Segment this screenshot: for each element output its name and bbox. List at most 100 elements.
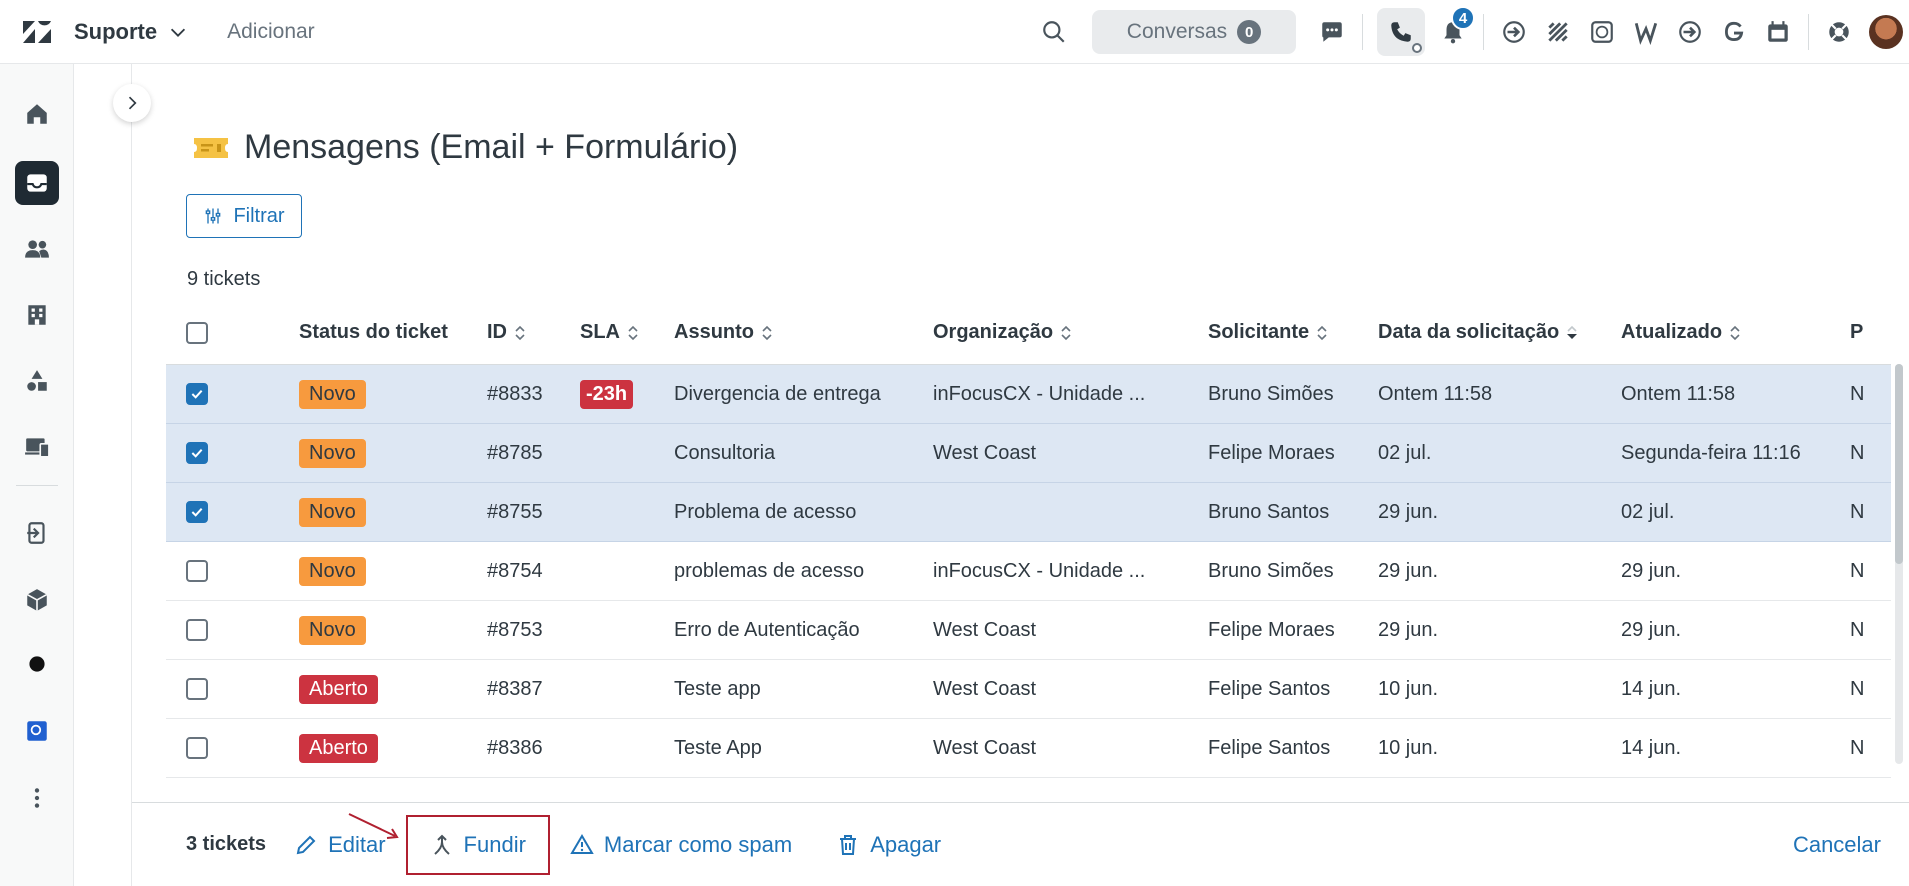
header-status[interactable]: Status do ticket — [299, 321, 487, 344]
dot-app-icon[interactable] — [15, 642, 59, 686]
ticket-count: 9 tickets — [187, 268, 261, 290]
sort-icon — [515, 325, 525, 340]
help-lifebuoy-icon[interactable] — [1817, 10, 1861, 54]
header-requester[interactable]: Solicitante — [1208, 321, 1378, 344]
row-checkbox[interactable] — [186, 678, 208, 700]
header-organization-label: Organização — [933, 321, 1054, 343]
table-row[interactable]: Aberto #8386 Teste App West Coast Felipe San… — [166, 719, 1891, 778]
delete-button[interactable]: Apagar — [822, 821, 955, 869]
merge-icon — [433, 834, 450, 855]
conversations-label: Conversas — [1126, 20, 1228, 43]
ticket-updated: 02 jul. — [1621, 500, 1675, 523]
pencil-icon — [296, 835, 316, 854]
header-sla-label: SLA — [580, 321, 620, 343]
ticket-organization: West Coast — [933, 677, 1036, 700]
sort-icon — [1730, 325, 1740, 340]
ticket-requested-date: 02 jul. — [1378, 441, 1432, 464]
header-organization[interactable]: Organização — [933, 321, 1208, 344]
more-vertical-icon[interactable] — [15, 776, 59, 820]
row-checkbox[interactable] — [186, 737, 208, 759]
table-row[interactable]: Novo #8753 Erro de Autenticação West Coast F… — [166, 601, 1891, 660]
table-row[interactable]: Aberto #8387 Teste app West Coast Felipe San… — [166, 660, 1891, 719]
app-exit-icon[interactable] — [15, 511, 59, 555]
product-switcher[interactable]: Suporte — [74, 19, 189, 45]
whatsapp-icon[interactable] — [1580, 10, 1624, 54]
ticket-subject[interactable]: problemas de acesso — [674, 560, 933, 583]
zendesk-logo-icon[interactable] — [0, 0, 74, 64]
organizations-building-icon[interactable] — [15, 293, 59, 337]
status-dot — [1412, 43, 1422, 53]
header-subject-label: Assunto — [674, 321, 754, 343]
scrollbar-thumb[interactable] — [1895, 364, 1903, 564]
phone-icon — [1391, 22, 1411, 42]
header-updated[interactable]: Atualizado — [1621, 321, 1850, 344]
add-button[interactable]: Adicionar — [227, 20, 315, 44]
workspace-devices-icon[interactable] — [15, 425, 59, 469]
row-checkbox[interactable] — [186, 501, 208, 523]
forward-arrow-icon[interactable] — [1668, 10, 1712, 54]
transfer-arrow-icon[interactable] — [1492, 10, 1536, 54]
views-panel-rail — [75, 64, 132, 886]
table-row[interactable]: Novo #8785 Consultoria West Coast Felipe Mor… — [166, 424, 1891, 483]
ticket-icon — [194, 137, 228, 158]
merge-button[interactable]: Fundir — [405, 814, 550, 875]
header-subject[interactable]: Assunto — [674, 321, 933, 344]
blue-app-icon[interactable] — [15, 709, 59, 753]
notifications-bell-icon[interactable]: 4 — [1431, 6, 1475, 54]
ticket-priority: N — [1850, 500, 1865, 523]
header-requested-date[interactable]: Data da solicitação — [1378, 321, 1621, 344]
ticket-updated: 14 jun. — [1621, 736, 1682, 759]
header-id-label: ID — [487, 321, 507, 343]
header-id[interactable]: ID — [487, 321, 580, 344]
chevron-down-icon — [171, 28, 186, 37]
page-title: Mensagens (Email + Formulário) — [244, 128, 739, 166]
nav-divider — [16, 485, 58, 486]
header-priority[interactable]: P — [1850, 321, 1870, 344]
status-badge: Aberto — [299, 733, 378, 763]
ticket-subject[interactable]: Teste app — [674, 678, 933, 701]
calendar-icon[interactable] — [1756, 10, 1800, 54]
views-inbox-icon[interactable] — [15, 161, 59, 205]
row-checkbox[interactable] — [186, 619, 208, 641]
chat-icon[interactable] — [1310, 10, 1354, 54]
w-app-icon[interactable] — [1624, 10, 1668, 54]
ticket-id: #8755 — [487, 500, 543, 523]
ticket-priority: N — [1850, 441, 1865, 464]
customers-icon[interactable] — [15, 227, 59, 271]
ticket-subject[interactable]: Teste App — [674, 737, 933, 760]
edit-button[interactable]: Editar — [280, 821, 399, 869]
trash-icon — [840, 834, 857, 855]
box-app-icon[interactable] — [15, 578, 59, 622]
search-icon[interactable] — [1032, 10, 1076, 54]
sliders-icon — [206, 208, 221, 224]
g-app-icon[interactable] — [1712, 10, 1756, 54]
table-row[interactable]: Novo #8755 Problema de acesso Bruno Santos 2… — [166, 483, 1891, 542]
table-scrollbar[interactable] — [1895, 364, 1903, 764]
user-avatar[interactable] — [1869, 15, 1903, 49]
ticket-subject[interactable]: Problema de acesso — [674, 501, 933, 524]
expand-views-button[interactable] — [113, 84, 151, 122]
delete-label: Apagar — [870, 831, 942, 857]
select-all-checkbox[interactable] — [186, 321, 208, 344]
conversations-button[interactable]: Conversas 0 — [1092, 10, 1296, 54]
filter-button[interactable]: Filtrar — [186, 194, 302, 238]
table-row[interactable]: Novo #8754 problemas de acesso inFocusCX - … — [166, 542, 1891, 601]
reporting-shapes-icon[interactable] — [15, 359, 59, 403]
table-row[interactable]: Novo #8833 -23h Divergencia de entrega inFoc… — [166, 365, 1891, 424]
row-checkbox[interactable] — [186, 383, 208, 405]
ticket-subject[interactable]: Erro de Autenticação — [674, 619, 933, 642]
header-sla[interactable]: SLA — [580, 321, 674, 344]
ticket-priority: N — [1850, 559, 1865, 582]
ticket-subject[interactable]: Consultoria — [674, 442, 933, 465]
home-icon[interactable] — [15, 92, 59, 136]
row-checkbox[interactable] — [186, 560, 208, 582]
row-checkbox[interactable] — [186, 442, 208, 464]
ticket-subject[interactable]: Divergencia de entrega — [674, 383, 933, 406]
cancel-button[interactable]: Cancelar — [1793, 832, 1881, 858]
phone-button[interactable] — [1377, 8, 1425, 56]
ticket-requested-date: 10 jun. — [1378, 736, 1439, 759]
mark-spam-label: Marcar como spam — [603, 831, 793, 857]
apps-grid-icon[interactable] — [1536, 10, 1580, 54]
mark-spam-button[interactable]: Marcar como spam — [556, 821, 806, 869]
top-bar: Suporte Adicionar Conversas 0 4 — [0, 0, 1909, 64]
